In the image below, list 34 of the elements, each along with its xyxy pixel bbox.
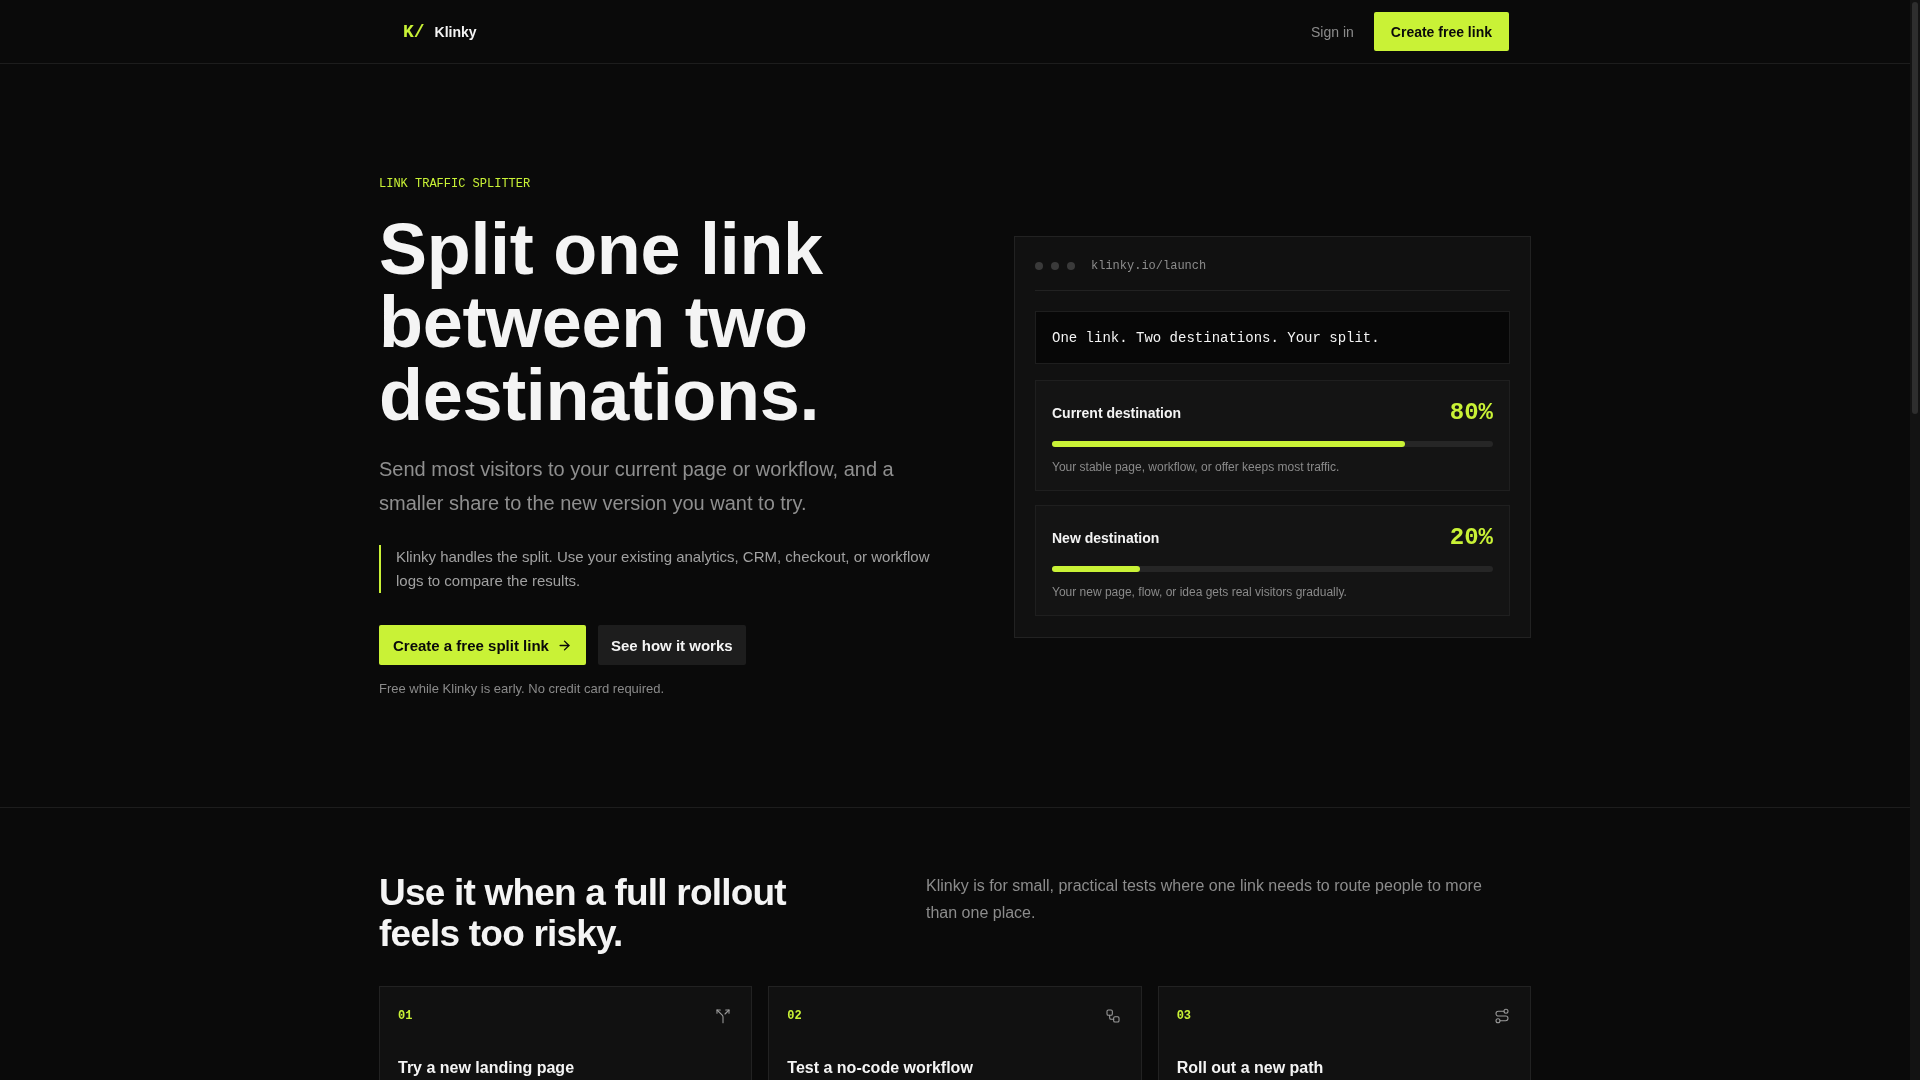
destination-share: 80% — [1449, 399, 1493, 427]
link-url: klinky.io/launch — [1091, 258, 1207, 275]
fine-print: Free while Klinky is early. No credit card required. — [379, 680, 665, 698]
card-title: Roll out a new path — [1176, 1058, 1325, 1078]
logo-mark: K/ — [403, 20, 425, 43]
destination-share: 20% — [1449, 524, 1493, 552]
create-free-link-button[interactable]: Create free link — [1373, 12, 1509, 51]
card-title: Try a new landing page — [398, 1058, 576, 1078]
hero-subtitle: Send most visitors to your current page or workflow, and a smaller share to the new version you want to try. — [379, 457, 895, 516]
destination-name: New destination — [1052, 529, 1160, 547]
create-split-link-button[interactable]: Create a free split link — [379, 625, 586, 665]
hero-title: Split one link between two destinations. — [379, 213, 824, 432]
eyebrow-label: LINK TRAFFIC SPLITTER — [379, 176, 531, 192]
see-how-it-works-button[interactable]: See how it works — [597, 625, 746, 665]
window-dots-icon — [1035, 262, 1075, 270]
card-title: Test a no-code workflow — [787, 1058, 974, 1078]
split-arrows-icon — [715, 1008, 732, 1024]
two-squares-icon — [1104, 1008, 1121, 1024]
section-intro: Klinky is for small, practical tests where one link needs to route people to more than one place. — [926, 876, 1483, 923]
brand-name: Klinky — [434, 22, 477, 41]
arrow-right-icon — [556, 637, 572, 653]
card-number: 01 — [398, 1008, 413, 1024]
sign-in-link[interactable]: Sign in — [1311, 22, 1354, 41]
destination-description: Your stable page, workflow, or offer keeps most traffic. — [1052, 459, 1341, 476]
card-number: 03 — [1176, 1008, 1192, 1024]
card-number: 02 — [787, 1008, 802, 1024]
home-link[interactable]: K/ Klinky — [403, 20, 477, 43]
route-icon — [1494, 1008, 1510, 1024]
section-title: Use it when a full rollout feels too risky. — [379, 872, 787, 954]
destination-name: Current destination — [1052, 404, 1182, 422]
tagline-text: One link. Two destinations. Your split. — [1052, 328, 1380, 347]
hero-note: Klinky handles the split. Use your existing analytics, CRM, checkout, or workflow logs to compare the results. — [396, 547, 931, 591]
destination-description: Your new page, flow, or idea gets real visitors gradually. — [1052, 584, 1348, 601]
scrollbar-thumb[interactable] — [1912, 2, 1918, 414]
